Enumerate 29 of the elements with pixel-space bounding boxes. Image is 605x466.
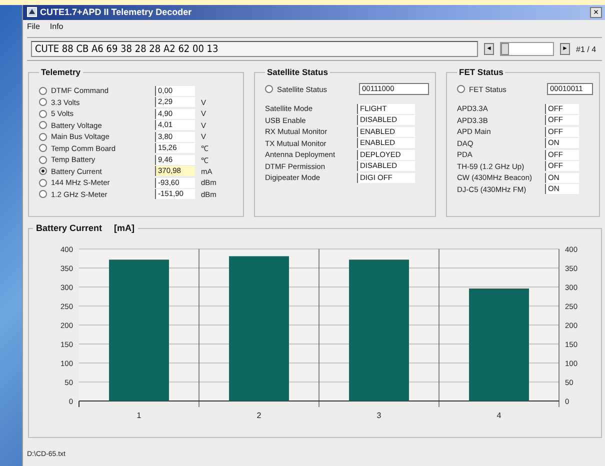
window-title: CUTE1.7+APD II Telemetry Decoder: [40, 7, 193, 18]
radio-button[interactable]: [39, 167, 47, 176]
x-tick-label: 3: [376, 411, 382, 420]
group-title: Satellite Status: [266, 67, 329, 78]
record-scrollbar[interactable]: [500, 42, 554, 56]
radio-button[interactable]: [457, 85, 465, 94]
radio-button[interactable]: [39, 121, 47, 130]
record-counter: #1 / 4: [576, 44, 598, 54]
menu-item[interactable]: File: [27, 22, 40, 32]
radio-button[interactable]: [39, 178, 47, 187]
x-tick-label: 1: [136, 411, 142, 420]
x-tick-label: 2: [256, 411, 262, 420]
chart-title: Battery Current: [36, 223, 102, 234]
radio-button[interactable]: [39, 144, 47, 152]
app-icon: [27, 7, 37, 18]
menu-item[interactable]: Info: [50, 22, 64, 32]
group-title: Telemetry: [40, 67, 82, 78]
chart-unit: [mA]: [114, 223, 135, 234]
radio-button[interactable]: [39, 190, 47, 198]
radio-button[interactable]: [39, 132, 47, 141]
x-tick-label: 4: [496, 411, 502, 420]
radio-button[interactable]: [39, 110, 47, 118]
group-title: FET Status: [458, 67, 504, 78]
radio-button[interactable]: [39, 86, 47, 95]
record-field[interactable]: CUTE 88 CB A6 69 38 28 28 A2 62 00 13: [31, 41, 478, 58]
close-button[interactable]: ×: [590, 6, 602, 18]
radio-button[interactable]: [39, 156, 47, 164]
radio-button[interactable]: [39, 98, 47, 106]
radio-button[interactable]: [265, 85, 273, 94]
